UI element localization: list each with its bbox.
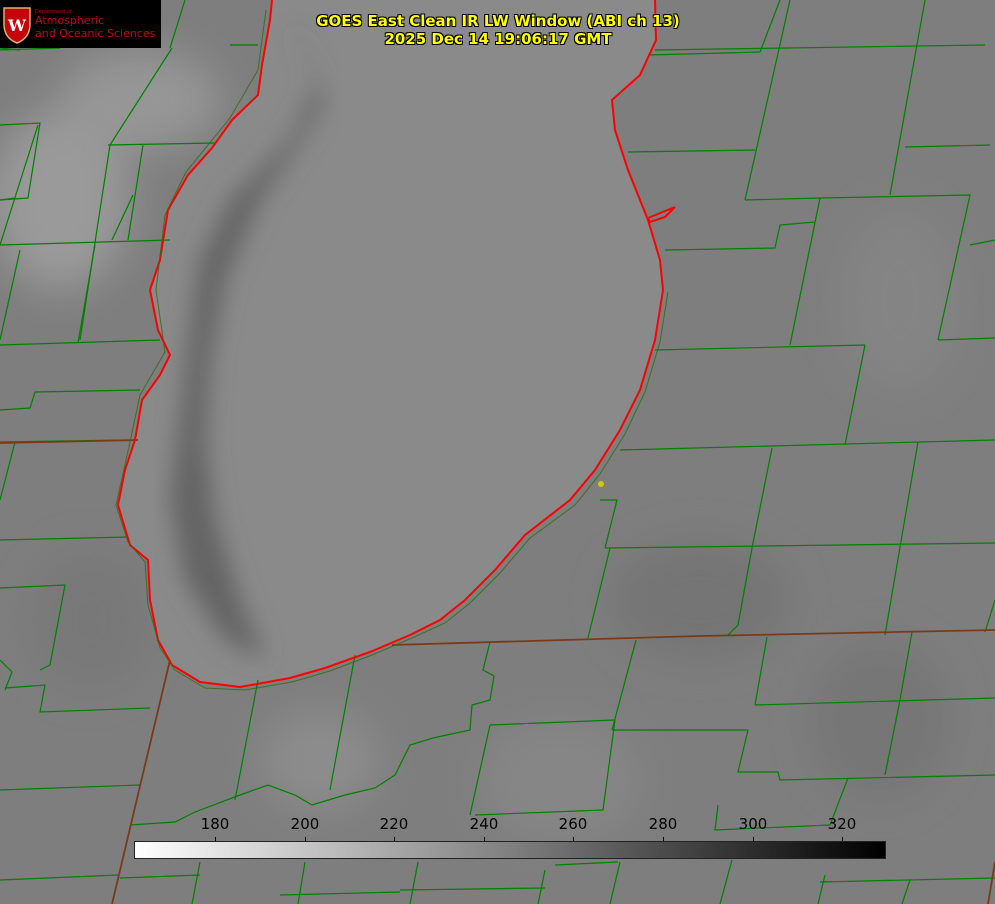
logo-line-1: Atmospheric bbox=[35, 14, 105, 27]
colorbar-tick-label: 320 bbox=[827, 815, 857, 833]
colorbar-tick-label: 300 bbox=[738, 815, 768, 833]
image-title: GOES East Clean IR LW Window (ABI ch 13) bbox=[316, 12, 680, 30]
uw-aos-logo: W Department of Atmospheric and Oceanic … bbox=[0, 0, 161, 48]
colorbar-tick-label: 220 bbox=[379, 815, 409, 833]
uw-shield-icon: W bbox=[3, 7, 31, 44]
image-timestamp: 2025 Dec 14 19:06:17 GMT bbox=[384, 30, 612, 48]
colorbar-tick-label: 240 bbox=[469, 815, 499, 833]
logo-line-2: and Oceanic Sciences bbox=[35, 27, 156, 40]
satellite-map bbox=[0, 0, 995, 904]
temperature-colorbar bbox=[134, 841, 886, 859]
colorbar-tick-label: 180 bbox=[200, 815, 230, 833]
colorbar-tick-label: 260 bbox=[558, 815, 588, 833]
colorbar-tick-label: 200 bbox=[290, 815, 320, 833]
colorbar-tick-label: 280 bbox=[648, 815, 678, 833]
location-marker bbox=[598, 481, 604, 487]
shield-letter: W bbox=[7, 16, 27, 35]
